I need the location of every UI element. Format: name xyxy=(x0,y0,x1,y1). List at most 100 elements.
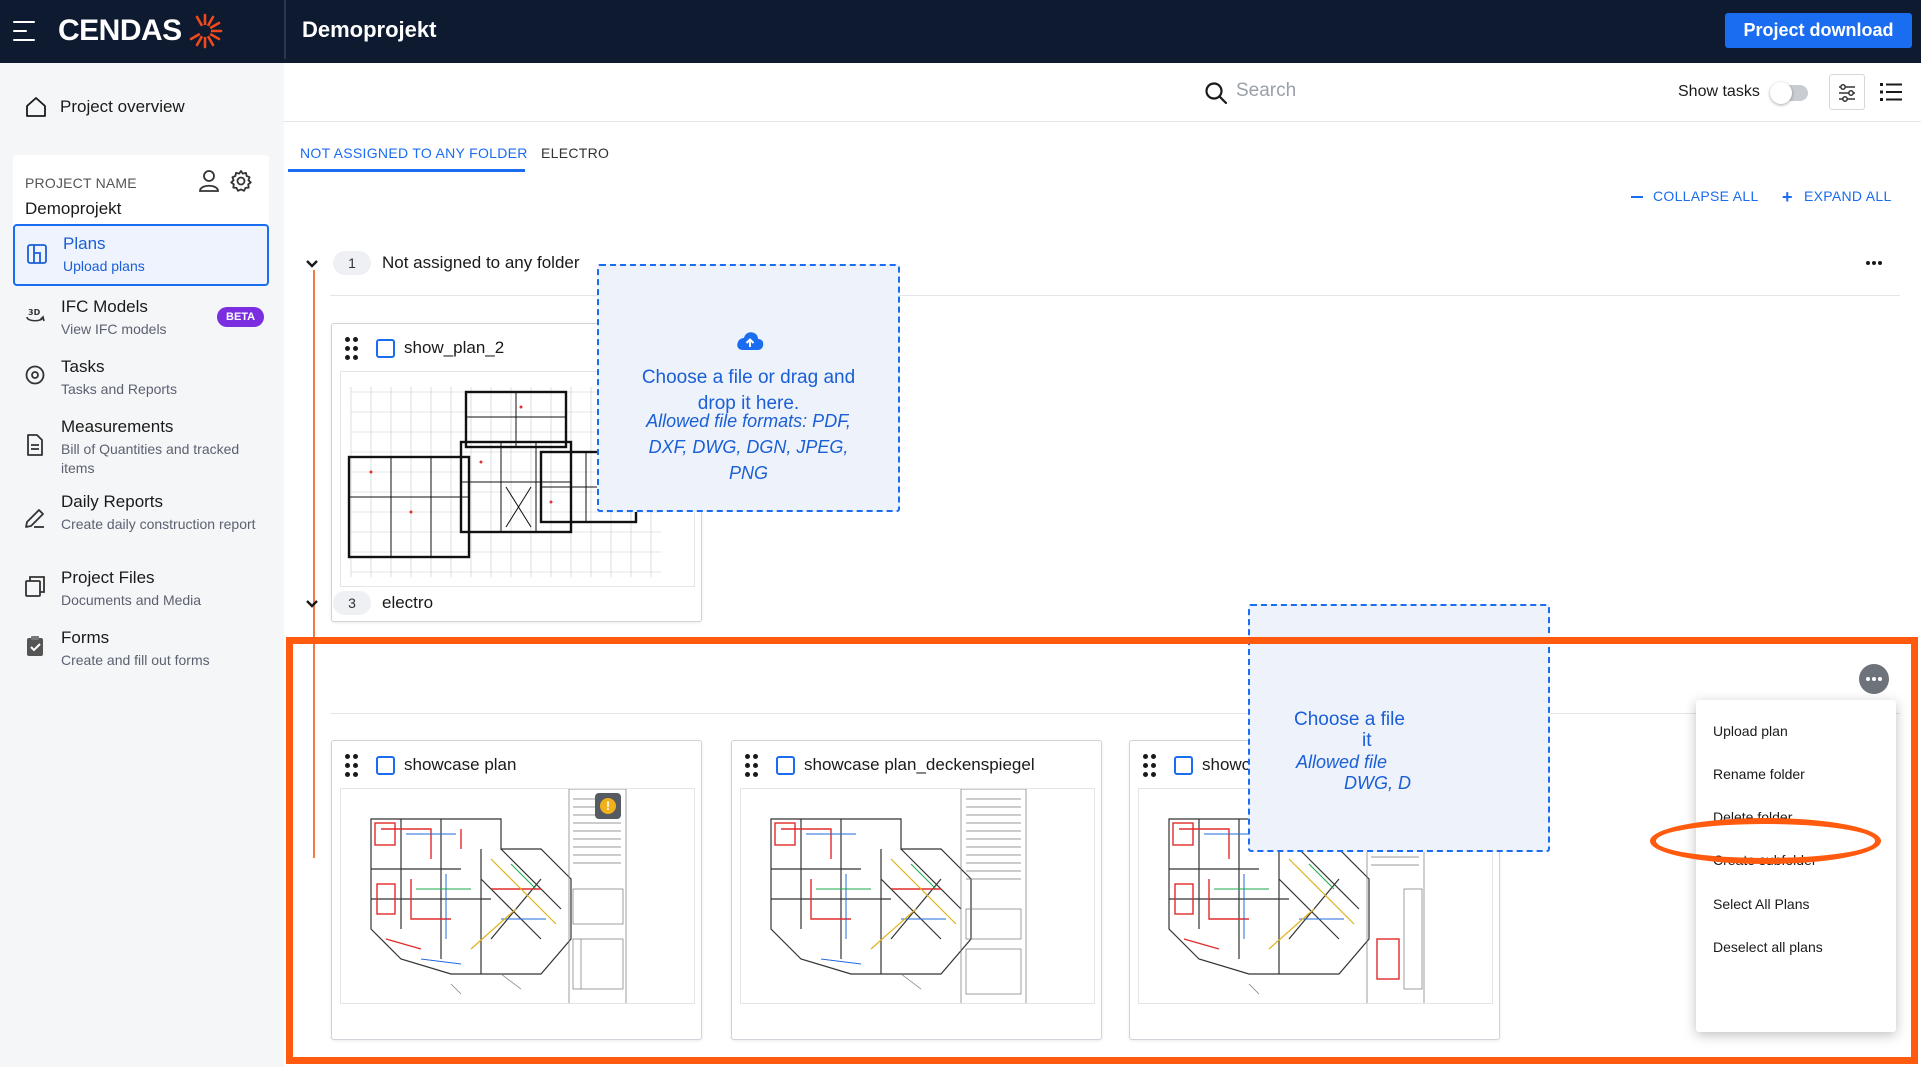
upload-dropzone[interactable]: Choose a file or drag and drop it here. … xyxy=(597,264,900,512)
plan-checkbox[interactable] xyxy=(1174,756,1193,775)
plan-card[interactable]: showcase plan_deckenspiegel xyxy=(731,740,1102,1040)
tab-not-assigned[interactable]: NOT ASSIGNED TO ANY FOLDER xyxy=(300,145,528,161)
folder-header-divider xyxy=(330,713,1900,714)
sliders-icon xyxy=(1839,84,1855,102)
drag-handle-icon[interactable] xyxy=(1143,754,1157,778)
hamburger-menu-icon[interactable] xyxy=(13,20,39,42)
project-name-value: Demoprojekt xyxy=(25,199,122,218)
menu-item-rename-folder[interactable]: Rename folder xyxy=(1713,766,1805,782)
sidebar-item-forms[interactable]: Forms Create and fill out forms xyxy=(13,616,269,678)
plan-checkbox[interactable] xyxy=(376,756,395,775)
sidebar-item-plans-title: Plans xyxy=(63,234,106,253)
menu-item-select-all-plans[interactable]: Select All Plans xyxy=(1713,896,1810,912)
sidebar-item-tasks-title: Tasks xyxy=(61,357,105,376)
project-name-caption: PROJECT NAME xyxy=(25,175,137,191)
drag-handle-icon[interactable] xyxy=(345,754,359,778)
plus-icon: + xyxy=(1782,187,1793,208)
nav-project-overview[interactable]: Project overview xyxy=(24,95,185,119)
sidebar-item-daily-reports[interactable]: Daily Reports Create daily construction … xyxy=(13,480,269,558)
menu-item-create-subfolder[interactable]: Create subfolder xyxy=(1713,852,1817,868)
cloud-upload-icon xyxy=(737,332,764,350)
dropzone-formats-partial-2: DWG, D xyxy=(1344,773,1411,793)
warning-badge[interactable]: ! xyxy=(595,793,621,819)
plan-thumbnail: ! xyxy=(340,788,695,1004)
sidebar-item-daily-reports-title: Daily Reports xyxy=(61,492,164,511)
toolbar: Show tasks xyxy=(284,63,1921,122)
warning-icon: ! xyxy=(600,798,616,814)
project-download-button[interactable]: Project download xyxy=(1725,13,1912,48)
sidebar-item-project-files[interactable]: Project Files Documents and Media xyxy=(13,556,269,618)
active-tab-indicator xyxy=(288,169,525,172)
project-name-card: PROJECT NAME Demoprojekt xyxy=(13,155,269,233)
search-icon[interactable] xyxy=(1204,81,1228,105)
sidebar-item-daily-reports-subtitle: Create daily construction report xyxy=(61,516,256,532)
expand-all-button[interactable]: + EXPAND ALL xyxy=(1782,187,1892,208)
sidebar-item-plans-subtitle: Upload plans xyxy=(63,258,145,274)
chevron-down-icon[interactable] xyxy=(304,596,320,612)
folder-more-button[interactable] xyxy=(1859,248,1889,278)
filter-settings-button[interactable] xyxy=(1829,74,1865,110)
drag-handle-icon[interactable] xyxy=(745,754,759,778)
show-tasks-toggle[interactable] xyxy=(1770,82,1808,104)
brand-name: CENDAS xyxy=(58,14,182,47)
plan-checkbox[interactable] xyxy=(776,756,795,775)
beta-badge: BETA xyxy=(217,307,265,327)
toggle-knob xyxy=(1770,82,1792,104)
sidebar-item-ifc-models[interactable]: 3D IFC Models View IFC models BETA xyxy=(13,285,269,345)
top-bar: CENDAS Demoprojekt Project download xyxy=(0,0,1921,63)
plans-icon xyxy=(27,244,47,264)
nav-project-overview-label: Project overview xyxy=(60,97,185,116)
user-icon[interactable] xyxy=(198,169,220,193)
sidebar-item-measurements[interactable]: Measurements Bill of Quantities and trac… xyxy=(13,405,269,483)
logo-burst-icon xyxy=(189,13,222,49)
folder-header-divider xyxy=(330,295,1900,296)
menu-item-delete-folder[interactable]: Delete folder xyxy=(1713,809,1792,825)
sidebar-item-plans[interactable]: Plans Upload plans xyxy=(13,224,269,286)
collapse-all-button[interactable]: COLLAPSE ALL xyxy=(1631,188,1759,204)
home-icon xyxy=(26,97,46,117)
project-title: Demoprojekt xyxy=(302,17,437,42)
sidebar-item-tasks[interactable]: Tasks Tasks and Reports xyxy=(13,345,269,407)
expand-all-label: EXPAND ALL xyxy=(1804,188,1892,204)
folder-more-button-active[interactable] xyxy=(1859,664,1889,694)
menu-item-deselect-all-plans[interactable]: Deselect all plans xyxy=(1713,939,1823,955)
search-input[interactable] xyxy=(1236,76,1436,106)
electrical-plan-drawing xyxy=(370,789,627,1003)
svg-text:3D: 3D xyxy=(28,308,41,317)
sidebar-item-project-files-subtitle: Documents and Media xyxy=(61,592,202,608)
upload-dropzone[interactable]: Choose a file it Allowed file DWG, D xyxy=(1248,604,1550,852)
plan-name: showcase plan xyxy=(404,755,517,774)
gear-icon[interactable] xyxy=(229,169,253,193)
sidebar-item-tasks-subtitle: Tasks and Reports xyxy=(61,381,177,397)
plan-checkbox[interactable] xyxy=(376,339,395,358)
header-divider xyxy=(284,0,286,59)
sidebar-item-project-files-title: Project Files xyxy=(61,568,155,587)
clipboard-check-icon xyxy=(27,636,43,656)
plan-card[interactable]: showcase plan ! xyxy=(331,740,702,1040)
folder-tree-line xyxy=(313,570,315,858)
sidebar-item-forms-subtitle: Create and fill out forms xyxy=(61,652,210,668)
folder-name: electro xyxy=(382,593,434,612)
document-icon xyxy=(27,434,43,456)
cendas-logo[interactable]: CENDAS xyxy=(58,13,223,49)
menu-item-upload-plan[interactable]: Upload plan xyxy=(1713,723,1788,739)
plan-thumbnail xyxy=(740,788,1095,1004)
show-tasks-label: Show tasks xyxy=(1678,83,1760,100)
more-horizontal-icon xyxy=(1866,677,1882,681)
copy-files-icon xyxy=(25,576,45,597)
collapse-all-label: COLLAPSE ALL xyxy=(1653,188,1759,204)
drag-handle-icon[interactable] xyxy=(345,337,359,361)
sidebar: Project overview PROJECT NAME Demoprojek… xyxy=(0,63,284,1067)
folder-count-badge: 1 xyxy=(333,251,371,275)
plan-name: show_plan_2 xyxy=(404,338,505,357)
sidebar-item-measurements-subtitle: Bill of Quantities and tracked items xyxy=(61,441,240,476)
dropzone-formats: Allowed file formats: PDF, DXF, DWG, DGN… xyxy=(646,411,851,483)
folder-name: Not assigned to any folder xyxy=(382,253,580,272)
tab-electro[interactable]: ELECTRO xyxy=(541,145,609,161)
sidebar-item-forms-title: Forms xyxy=(61,628,110,647)
minus-icon xyxy=(1631,196,1643,199)
folder-context-menu: Upload plan Rename folder Delete folder … xyxy=(1696,700,1896,1032)
chevron-down-icon[interactable] xyxy=(304,256,320,272)
list-view-icon[interactable] xyxy=(1880,81,1902,103)
plan-name: showcase plan_deckenspiegel xyxy=(804,755,1035,774)
